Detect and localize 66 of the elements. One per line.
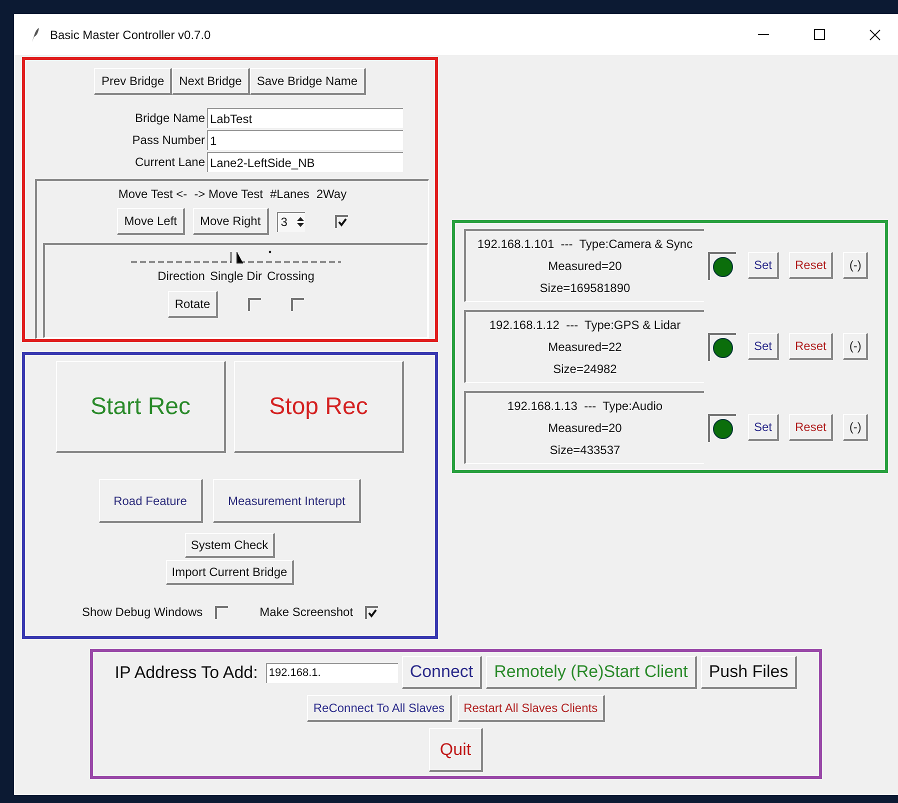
- connect-button[interactable]: Connect: [402, 656, 482, 689]
- size-value: Size=169581890: [540, 281, 630, 295]
- check-icon: [338, 218, 347, 227]
- maximize-icon: [814, 29, 824, 40]
- window-title: Basic Master Controller v0.7.0: [50, 28, 212, 42]
- nav-button[interactable]: Save Bridge Name: [250, 68, 366, 95]
- client-button[interactable]: Reset: [789, 252, 834, 279]
- move-button[interactable]: Move Left: [117, 208, 185, 235]
- ip-field[interactable]: 192.168.1.: [266, 662, 398, 682]
- client-button[interactable]: Set: [748, 252, 780, 279]
- measured-count: Measured=20: [548, 421, 622, 435]
- column-header: Single Dir: [210, 269, 262, 283]
- status-led-icon: [713, 338, 733, 358]
- size-value: Size=433537: [550, 443, 620, 457]
- status-led-icon: [713, 256, 733, 276]
- client-title: 192.168.1.101 --- Type:Camera & Sync: [477, 237, 693, 251]
- client-button[interactable]: Set: [748, 414, 780, 441]
- nav-button[interactable]: Prev Bridge: [94, 68, 172, 95]
- client-button[interactable]: Reset: [789, 414, 834, 441]
- connect-button[interactable]: Push Files: [700, 656, 798, 689]
- lanes-spinbox[interactable]: 3: [276, 212, 305, 232]
- client-button[interactable]: Reset: [789, 333, 834, 360]
- measured-count: Measured=22: [548, 340, 622, 354]
- column-header: #Lanes: [270, 187, 310, 201]
- column-header: Direction: [158, 269, 205, 283]
- option-label: Make Screenshot: [260, 605, 354, 619]
- feather-icon: [30, 26, 40, 42]
- close-icon: [869, 28, 881, 40]
- client-button[interactable]: Set: [748, 333, 780, 360]
- field-label: Pass Number: [131, 133, 206, 147]
- import-bridge-button[interactable]: Import Current Bridge: [166, 560, 294, 585]
- checkbox[interactable]: [334, 215, 348, 228]
- field-label: Current Lane: [134, 155, 206, 169]
- ip-label: IP Address To Add:: [114, 662, 258, 682]
- field-label: Bridge Name: [134, 111, 206, 125]
- status-led-icon: [713, 418, 733, 438]
- text-field[interactable]: 1: [207, 130, 403, 150]
- option-label: Show Debug Windows: [82, 605, 203, 619]
- connect-button[interactable]: Remotely (Re)Start Client: [486, 656, 697, 689]
- column-header: Crossing: [267, 269, 314, 283]
- feature-button[interactable]: Measurement Interupt: [212, 479, 362, 523]
- client-button[interactable]: (-): [843, 414, 868, 441]
- text-field[interactable]: Lane2-LeftSide_NB: [207, 152, 403, 172]
- feature-button[interactable]: Road Feature: [98, 479, 203, 523]
- column-header: 2Way: [316, 187, 347, 201]
- rotate-button[interactable]: Rotate: [168, 291, 218, 318]
- column-header: Move Test <-: [118, 187, 188, 201]
- column-header: -> Move Test: [194, 187, 263, 201]
- client-title: 192.168.1.12 --- Type:GPS & Lidar: [489, 318, 681, 332]
- move-button[interactable]: Move Right: [193, 208, 269, 235]
- quit-button[interactable]: Quit: [428, 728, 484, 772]
- slaves-button[interactable]: Restart All Slaves Clients: [458, 695, 605, 722]
- minimize-icon: [758, 34, 768, 36]
- check-icon: [368, 608, 378, 618]
- measured-count: Measured=20: [548, 259, 622, 273]
- text-field[interactable]: LabTest: [207, 108, 403, 128]
- size-value: Size=24982: [553, 362, 617, 376]
- slaves-button[interactable]: ReConnect To All Slaves: [307, 695, 452, 722]
- spin-arrows-icon[interactable]: [296, 215, 305, 229]
- nav-button[interactable]: Next Bridge: [172, 68, 250, 95]
- client-button[interactable]: (-): [843, 333, 868, 360]
- record-button[interactable]: Stop Rec: [234, 361, 404, 453]
- system-check-button[interactable]: System Check: [184, 533, 276, 558]
- record-button[interactable]: Start Rec: [56, 361, 226, 453]
- client-title: 192.168.1.13 --- Type:Audio: [507, 399, 663, 413]
- client-button[interactable]: (-): [843, 252, 868, 279]
